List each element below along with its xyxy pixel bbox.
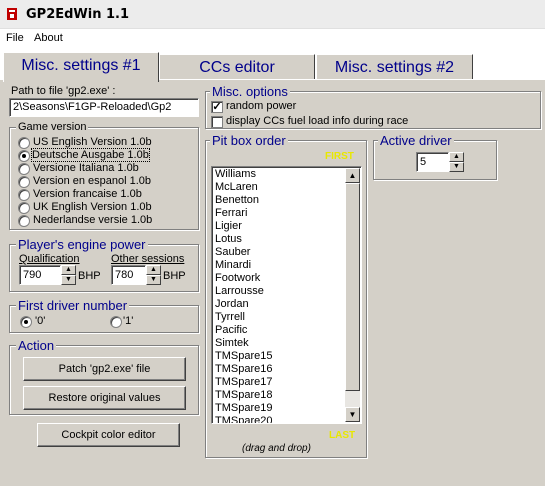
- pit-box-item[interactable]: TMSpare15: [213, 350, 345, 363]
- radio-uk-english[interactable]: [18, 202, 30, 214]
- pit-box-item[interactable]: Simtek: [213, 337, 345, 350]
- radio-espanol[interactable]: [18, 176, 30, 188]
- down-arrow-icon[interactable]: ▼: [449, 162, 464, 172]
- drag-drop-hint: (drag and drop): [242, 443, 311, 454]
- game-version-option: Versione Italiana 1.0b: [33, 162, 139, 174]
- pit-box-item[interactable]: Williams: [213, 168, 345, 181]
- first-driver-option-0: '0': [35, 315, 46, 327]
- fuel-info-checkbox[interactable]: [211, 116, 223, 128]
- pit-box-item[interactable]: Minardi: [213, 259, 345, 272]
- radio-italiana[interactable]: [18, 163, 30, 175]
- tab-ccs-editor[interactable]: CCs editor: [159, 54, 315, 81]
- pit-box-label: Pit box order: [210, 133, 288, 148]
- tab-misc-settings-2[interactable]: Misc. settings #2: [316, 54, 473, 81]
- game-version-option: UK English Version 1.0b: [33, 201, 152, 213]
- pit-box-item[interactable]: Jordan: [213, 298, 345, 311]
- game-version-label: Game version: [16, 121, 89, 134]
- down-arrow-icon[interactable]: ▼: [61, 275, 76, 285]
- game-version-option: Version en espanol 1.0b: [33, 175, 152, 187]
- up-arrow-icon[interactable]: ▲: [345, 168, 360, 183]
- game-version-option: Nederlandse versie 1.0b: [33, 214, 153, 226]
- patch-button[interactable]: Patch 'gp2.exe' file: [23, 357, 186, 381]
- random-power-label: random power: [226, 100, 297, 112]
- scrollbar-thumb[interactable]: [345, 183, 360, 391]
- other-sessions-unit: BHP: [163, 270, 186, 282]
- game-version-option: US English Version 1.0b: [33, 136, 152, 148]
- game-version-option: Version francaise 1.0b: [33, 188, 142, 200]
- pit-box-item[interactable]: TMSpare18: [213, 389, 345, 402]
- pit-box-item[interactable]: Benetton: [213, 194, 345, 207]
- qualification-power-input[interactable]: 790: [19, 265, 61, 285]
- down-arrow-icon[interactable]: ▼: [146, 275, 161, 285]
- active-driver-input[interactable]: 5: [416, 152, 449, 172]
- game-version-option: Deutsche Ausgabe 1.0b: [31, 148, 150, 162]
- action-label: Action: [16, 338, 57, 353]
- other-sessions-power-input[interactable]: 780: [111, 265, 146, 285]
- menu-bar: [0, 29, 545, 47]
- pit-box-item[interactable]: Ligier: [213, 220, 345, 233]
- pit-box-item[interactable]: TMSpare17: [213, 376, 345, 389]
- first-driver-option-1: '1': [123, 315, 134, 327]
- qualification-unit: BHP: [78, 270, 101, 282]
- restore-button[interactable]: Restore original values: [23, 386, 186, 410]
- radio-francaise[interactable]: [18, 189, 30, 201]
- pit-box-item[interactable]: McLaren: [213, 181, 345, 194]
- pit-box-item[interactable]: Pacific: [213, 324, 345, 337]
- engine-power-label: Player's engine power: [16, 237, 148, 252]
- pit-box-item[interactable]: Tyrrell: [213, 311, 345, 324]
- pit-box-item[interactable]: Sauber: [213, 246, 345, 259]
- pit-box-item[interactable]: TMSpare19: [213, 402, 345, 415]
- pit-box-item[interactable]: TMSpare16: [213, 363, 345, 376]
- pit-box-item[interactable]: Larrousse: [213, 285, 345, 298]
- qualification-label: Qualification: [19, 253, 80, 265]
- radio-first-driver-0[interactable]: [20, 316, 32, 328]
- radio-first-driver-1[interactable]: [110, 316, 122, 328]
- first-driver-label: First driver number: [16, 298, 130, 313]
- tab-misc-settings-1[interactable]: Misc. settings #1: [3, 52, 159, 82]
- pit-box-item[interactable]: Ferrari: [213, 207, 345, 220]
- active-driver-label: Active driver: [378, 133, 454, 148]
- window-title: GP2EdWin 1.1: [26, 7, 130, 22]
- up-arrow-icon[interactable]: ▲: [146, 265, 161, 275]
- random-power-checkbox[interactable]: ✓: [211, 101, 223, 113]
- path-label: Path to file 'gp2.exe' :: [11, 85, 116, 97]
- fuel-info-label: display CCs fuel load info during race: [226, 115, 409, 127]
- misc-options-label: Misc. options: [210, 84, 290, 99]
- pit-box-item[interactable]: Lotus: [213, 233, 345, 246]
- up-arrow-icon[interactable]: ▲: [61, 265, 76, 275]
- path-input[interactable]: 2\Seasons\F1GP-Reloaded\Gp2: [9, 98, 199, 117]
- down-arrow-icon[interactable]: ▼: [345, 407, 360, 422]
- radio-us-english[interactable]: [18, 137, 30, 149]
- pit-box-list[interactable]: Williams McLaren Benetton Ferrari Ligier Lotu…: [211, 166, 362, 424]
- pit-box-item[interactable]: TMSpare20: [213, 415, 345, 423]
- menu-about[interactable]: About: [34, 32, 63, 44]
- first-label: FIRST: [325, 151, 354, 162]
- radio-nederlandse[interactable]: [18, 215, 30, 227]
- menu-file[interactable]: File: [6, 32, 24, 44]
- radio-deutsche[interactable]: [18, 150, 30, 162]
- pit-box-item[interactable]: Footwork: [213, 272, 345, 285]
- other-sessions-label: Other sessions: [111, 253, 185, 265]
- cockpit-color-editor-button[interactable]: Cockpit color editor: [37, 423, 180, 447]
- up-arrow-icon[interactable]: ▲: [449, 152, 464, 162]
- last-label: LAST: [329, 430, 356, 441]
- app-icon: [7, 8, 17, 20]
